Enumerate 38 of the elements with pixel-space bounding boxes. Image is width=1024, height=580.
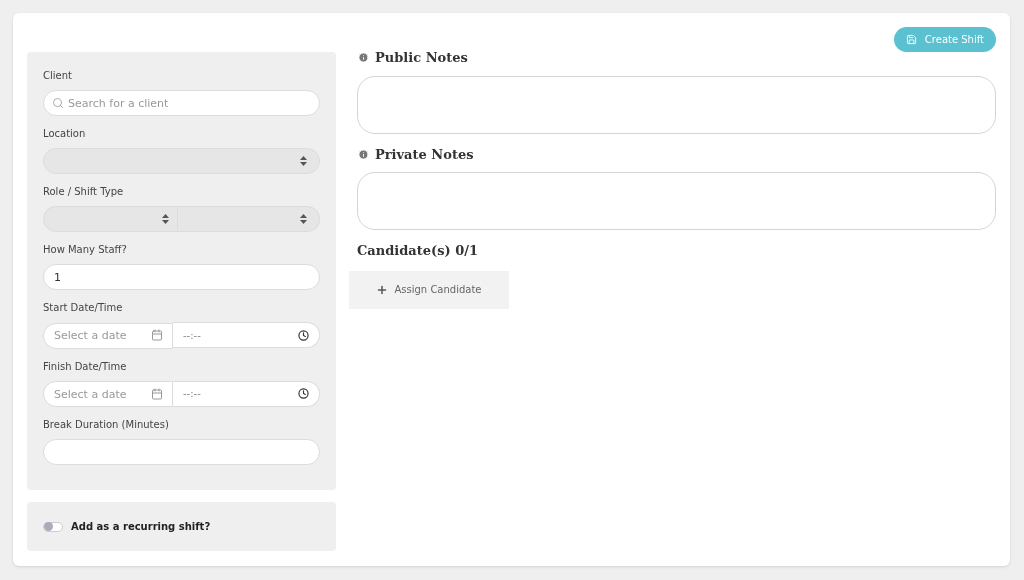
field-label: Location [43,127,87,141]
search-field[interactable]: Search for a client [43,90,320,116]
toggle-switch[interactable] [43,521,63,532]
select-field[interactable] [43,206,178,232]
assign-candidate-button[interactable]: Assign Candidate [349,270,509,309]
plus-icon [376,283,389,296]
select-field[interactable] [43,148,320,174]
save-icon [905,34,917,45]
sort-icon [300,214,307,224]
clock-icon [298,329,309,341]
input-field[interactable]: 1 [43,264,320,290]
date-field[interactable]: Select a date [43,381,173,407]
time-field[interactable]: --:-- [173,380,320,407]
sort-icon [162,214,169,224]
create-shift-button[interactable]: Create Shift [893,27,996,52]
clock-icon [298,388,309,399]
candidates-heading: Candidate(s) 0/1 [357,242,480,260]
select-field[interactable] [178,206,320,232]
field-label: Finish Date/Time [43,359,128,374]
field-label: Client [43,69,73,83]
field-label: How Many Staff? [43,243,128,257]
calendar-icon [151,329,163,341]
input-field[interactable] [43,439,320,465]
notes-heading: Private Notes [375,145,474,164]
field-label: Start Date/Time [43,301,124,315]
notes-heading: Public Notes [375,49,468,67]
notes-field[interactable] [357,75,996,134]
date-field[interactable]: Select a date [43,322,173,349]
sort-icon [300,156,307,166]
info-icon [358,52,369,64]
calendar-icon [151,387,163,400]
info-icon [358,148,369,160]
search-icon [52,97,64,109]
field-label: Break Duration (Minutes) [43,418,170,432]
notes-field[interactable] [357,172,996,230]
time-field[interactable]: --:-- [173,322,320,348]
recurring-label: Add as a recurring shift? [71,520,211,534]
field-label: Role / Shift Type [43,185,125,199]
